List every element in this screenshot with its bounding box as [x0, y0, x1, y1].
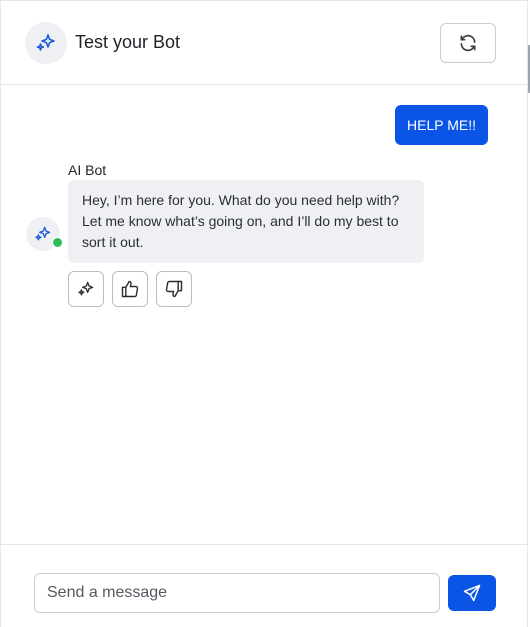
thumbs-down-button[interactable] [156, 271, 192, 307]
thumbs-down-icon [165, 280, 183, 298]
refresh-icon [460, 34, 476, 52]
bot-message-bubble: Hey, I’m here for you. What do you need … [68, 180, 424, 263]
regenerate-button[interactable] [68, 271, 104, 307]
send-button[interactable] [448, 575, 496, 611]
page-title: Test your Bot [75, 32, 181, 52]
online-status-dot [52, 237, 63, 248]
send-icon [463, 584, 481, 602]
thumbs-up-icon [121, 280, 139, 298]
chat-header: Test your Bot [1, 1, 527, 85]
refresh-button[interactable] [440, 23, 496, 63]
thumbs-up-button[interactable] [112, 271, 148, 307]
user-message-bubble: HELP ME!! [395, 105, 488, 145]
bot-header-avatar [25, 22, 67, 64]
sparkle-icon [36, 34, 55, 51]
bot-name-label: AI Bot [68, 162, 107, 178]
chat-panel: Test your Bot HELP ME!! AI Bot Hey, I’m … [0, 0, 530, 627]
sparkle-icon [35, 226, 51, 241]
message-input[interactable] [34, 573, 440, 613]
sparkle-icon [78, 281, 94, 296]
